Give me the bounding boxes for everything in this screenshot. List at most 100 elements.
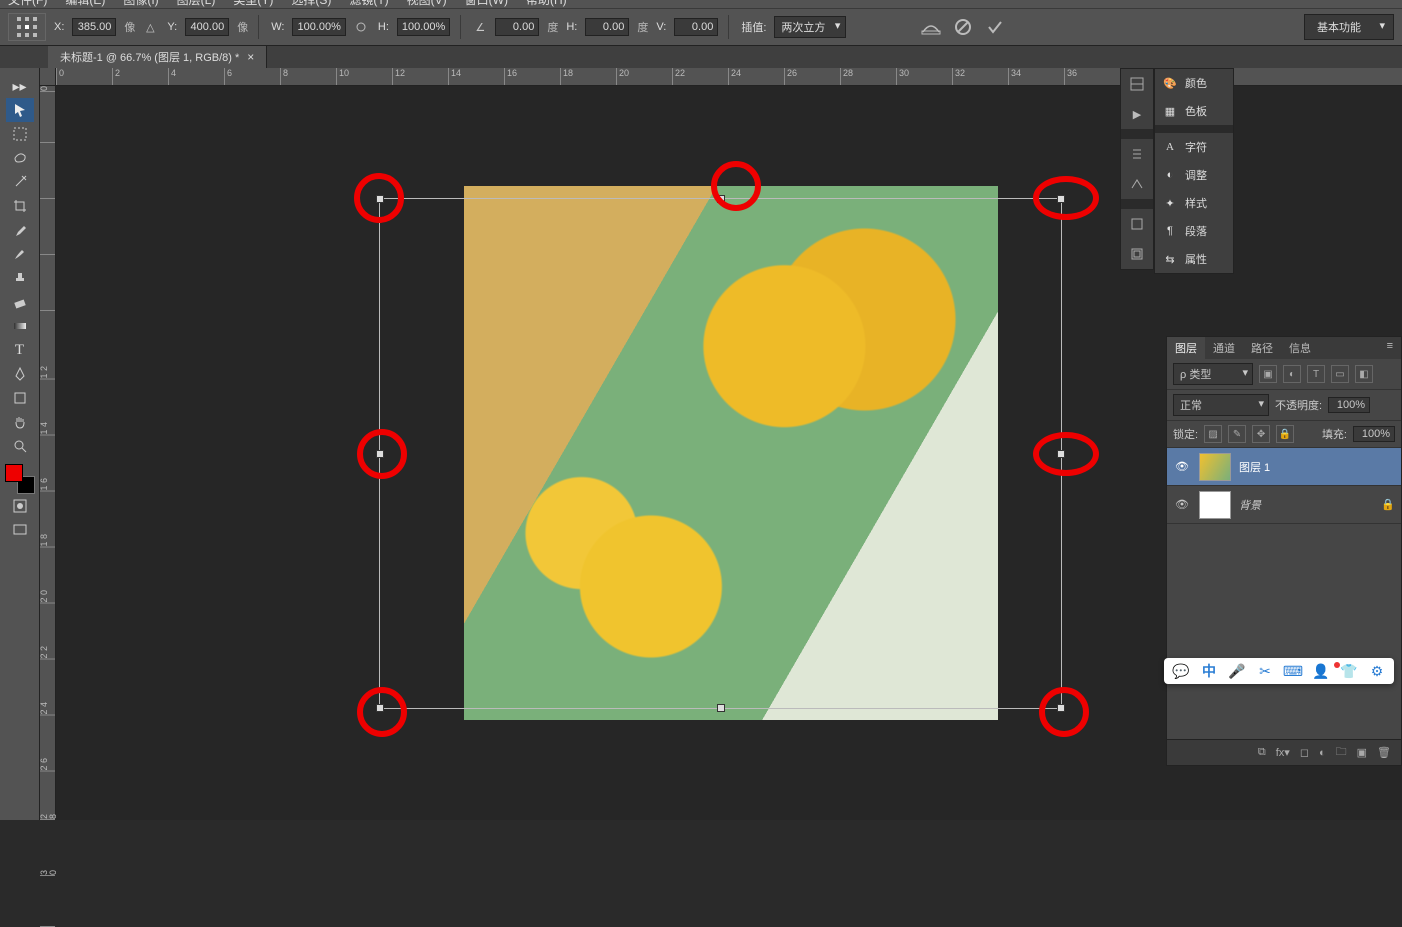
mic-icon[interactable]: 🎤 [1228, 662, 1246, 680]
panel-item-properties[interactable]: ⇆属性 [1155, 245, 1233, 273]
marquee-tool-icon[interactable] [6, 122, 34, 146]
menu-type[interactable]: 类型(Y) [233, 0, 273, 8]
layer-thumb[interactable] [1199, 491, 1231, 519]
filter-smart-icon[interactable]: ◧ [1355, 365, 1373, 383]
link-layers-icon[interactable]: ⧉ [1258, 746, 1266, 759]
tab-layers[interactable]: 图层 [1167, 337, 1205, 359]
wand-tool-icon[interactable] [6, 170, 34, 194]
y-value[interactable]: 400.00 [185, 18, 229, 36]
gear-icon[interactable]: ⚙ [1368, 662, 1386, 680]
scissors-icon[interactable]: ✂ [1256, 662, 1274, 680]
layer-kind-filter[interactable]: ρ 类型 [1173, 363, 1253, 385]
lasso-tool-icon[interactable] [6, 146, 34, 170]
handle-bc[interactable] [717, 704, 725, 712]
shape-tool-icon[interactable] [6, 386, 34, 410]
quickmask-icon[interactable] [6, 494, 34, 518]
interp-select[interactable]: 两次立方 [774, 16, 846, 38]
commit-transform-icon[interactable] [982, 14, 1008, 40]
fx-icon[interactable]: fx▾ [1276, 746, 1290, 759]
h-value[interactable]: 100.00% [397, 18, 450, 36]
filter-type-icon[interactable]: T [1307, 365, 1325, 383]
tab-paths[interactable]: 路径 [1243, 337, 1281, 359]
menu-layer[interactable]: 图层(L) [177, 0, 216, 8]
tab-info[interactable]: 信息 [1281, 337, 1319, 359]
zoom-tool-icon[interactable] [6, 434, 34, 458]
menu-edit[interactable]: 编辑(E) [65, 0, 105, 8]
reference-point-grid[interactable] [8, 13, 46, 41]
floating-toolbar[interactable]: 💬 中 🎤 ✂ ⌨ 👤 👕 ⚙ [1164, 658, 1394, 684]
panel-item-color[interactable]: 🎨颜色 [1155, 69, 1233, 97]
ruler-vertical[interactable]: 01 21 41 61 82 02 22 42 62 83 0 [40, 86, 56, 820]
angle-value[interactable]: 0.00 [495, 18, 539, 36]
menu-help[interactable]: 帮助(H) [526, 0, 567, 8]
workspace-switcher[interactable]: 基本功能 [1304, 14, 1394, 40]
skewv-value[interactable]: 0.00 [674, 18, 718, 36]
eyedropper-tool-icon[interactable] [6, 218, 34, 242]
panel-icon[interactable] [1121, 209, 1153, 239]
menu-select[interactable]: 选择(S) [291, 0, 331, 8]
tab-channels[interactable]: 通道 [1205, 337, 1243, 359]
keyboard-icon[interactable]: ⌨ [1284, 662, 1302, 680]
foreground-color-swatch[interactable] [5, 464, 23, 482]
person-icon[interactable]: 👤 [1312, 662, 1330, 680]
panel-icon[interactable] [1121, 239, 1153, 269]
menu-image[interactable]: 图像(I) [123, 0, 158, 8]
blend-mode-select[interactable]: 正常 [1173, 394, 1269, 416]
layer-name[interactable]: 图层 1 [1239, 459, 1270, 475]
menu-file[interactable]: 文件(F) [8, 0, 47, 8]
panel-icon[interactable] [1121, 139, 1153, 169]
lock-all-icon[interactable]: 🔒 [1276, 425, 1294, 443]
layer-item[interactable]: 👁 背景 🔒 [1167, 486, 1401, 524]
panel-icon[interactable] [1121, 69, 1153, 99]
filter-adjust-icon[interactable]: ◐ [1283, 365, 1301, 383]
layer-item[interactable]: 👁 图层 1 [1167, 448, 1401, 486]
crop-tool-icon[interactable] [6, 194, 34, 218]
skewh-value[interactable]: 0.00 [585, 18, 629, 36]
adj-layer-icon[interactable]: ◐ [1319, 747, 1326, 759]
mask-icon[interactable]: ◻ [1300, 746, 1309, 759]
x-value[interactable]: 385.00 [72, 18, 116, 36]
skin-icon[interactable]: 👕 [1340, 662, 1358, 680]
new-layer-icon[interactable]: ▣ [1357, 746, 1367, 759]
ruler-origin[interactable] [40, 68, 56, 86]
link-wh-icon[interactable] [352, 18, 370, 36]
fill-value[interactable]: 100% [1353, 426, 1395, 442]
panel-item-swatches[interactable]: ▦色板 [1155, 97, 1233, 125]
free-transform-box[interactable] [379, 198, 1062, 709]
group-icon[interactable]: 🗀 [1336, 743, 1347, 762]
menu-window[interactable]: 窗口(W) [465, 0, 508, 8]
document-tab[interactable]: 未标题-1 @ 66.7% (图层 1, RGB/8) * × [48, 46, 267, 68]
gradient-tool-icon[interactable] [6, 314, 34, 338]
trash-icon[interactable]: 🗑 [1377, 746, 1391, 759]
filter-shape-icon[interactable]: ▭ [1331, 365, 1349, 383]
menu-view[interactable]: 视图(V) [407, 0, 447, 8]
color-swatch[interactable] [5, 464, 35, 494]
panel-item-adjust[interactable]: ◐调整 [1155, 161, 1233, 189]
screenmode-icon[interactable] [6, 518, 34, 542]
visibility-icon[interactable]: 👁 [1173, 460, 1191, 473]
type-tool-icon[interactable]: T [6, 338, 34, 362]
collapsed-panel-group-1[interactable]: ▶ [1120, 68, 1154, 270]
eraser-tool-icon[interactable] [6, 290, 34, 314]
filter-pixel-icon[interactable]: ▣ [1259, 365, 1277, 383]
w-value[interactable]: 100.00% [292, 18, 345, 36]
pen-tool-icon[interactable] [6, 362, 34, 386]
visibility-icon[interactable]: 👁 [1173, 498, 1191, 511]
stamp-tool-icon[interactable] [6, 266, 34, 290]
chat-icon[interactable]: 💬 [1172, 662, 1190, 680]
opacity-value[interactable]: 100% [1328, 397, 1370, 413]
brush-tool-icon[interactable] [6, 242, 34, 266]
panel-item-styles[interactable]: ✦样式 [1155, 189, 1233, 217]
lock-pos-icon[interactable]: ✥ [1252, 425, 1270, 443]
panel-icon[interactable] [1121, 169, 1153, 199]
move-tool-icon[interactable] [6, 98, 34, 122]
panel-item-character[interactable]: A字符 [1155, 133, 1233, 161]
layer-thumb[interactable] [1199, 453, 1231, 481]
lock-trans-icon[interactable]: ▨ [1204, 425, 1222, 443]
hand-tool-icon[interactable] [6, 410, 34, 434]
menu-filter[interactable]: 滤镜(T) [349, 0, 388, 8]
play-icon[interactable]: ▶ [1121, 99, 1153, 129]
panel-menu-icon[interactable]: ≡ [1379, 337, 1401, 359]
warp-mode-icon[interactable] [918, 14, 944, 40]
layer-name[interactable]: 背景 [1239, 497, 1261, 513]
